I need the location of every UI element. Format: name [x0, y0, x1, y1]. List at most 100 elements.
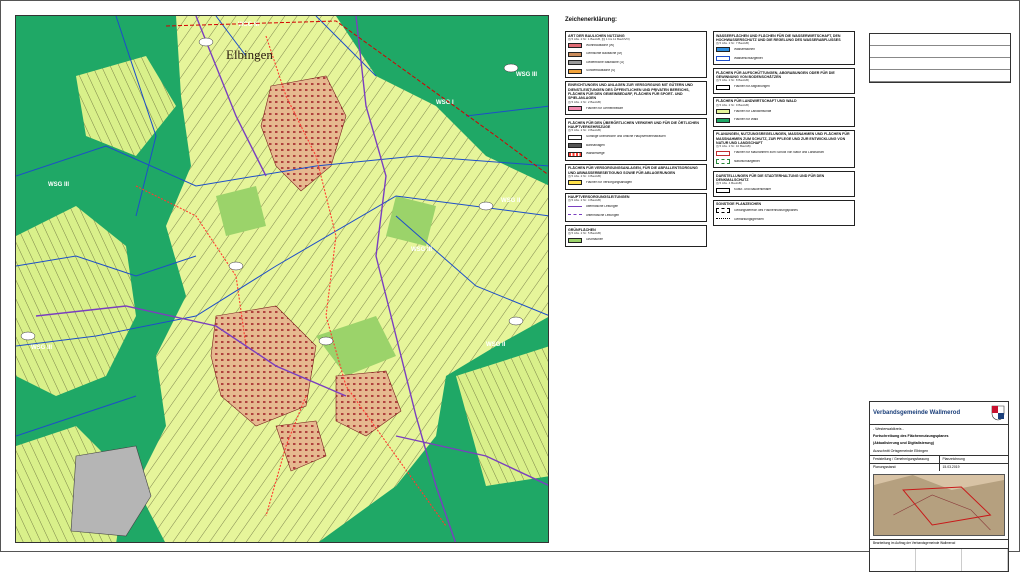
legend-swatch — [716, 208, 730, 214]
map-canvas: WSG III WSG III WSG III WSG II WSG II WS… — [16, 16, 548, 542]
legend-row: Sonderbaufläche (S) — [568, 67, 704, 76]
legend-row-label: Wanderwege — [586, 152, 605, 156]
zone-label: WSG III — [411, 247, 432, 253]
legend-row: Gemarkungsgrenzen — [716, 215, 852, 224]
legend-heading: Zeichenerklärung: — [565, 17, 618, 23]
zone-label: WSG I — [436, 100, 454, 106]
legend-row: Flächen für Versorgungsanlagen — [568, 179, 704, 188]
legend-row-label: Grünflächen — [586, 238, 604, 242]
legend-swatch — [568, 68, 582, 74]
legend-section: FLÄCHEN FÜR VERSORGUNGSANLAGEN, FÜR DIE … — [565, 163, 707, 190]
legend-swatch — [568, 143, 582, 149]
legend-swatch — [716, 84, 730, 90]
legend-row: oberirdische Leitungen — [568, 203, 704, 212]
title-block-header: Verbandsgemeinde Wallmerod — [870, 402, 1008, 425]
legend-swatch — [568, 43, 582, 49]
legend-swatch — [716, 150, 730, 156]
coat-of-arms-icon — [991, 405, 1005, 421]
legend-row-label: Bahnanlagen — [586, 143, 605, 147]
zone-label: WSG II — [486, 342, 506, 348]
legend-row-label: Flächen für Versorgungsanlagen — [586, 181, 633, 184]
legend-row: Geltungsbereich des Flächennutzungsplane… — [716, 207, 852, 216]
scale-label: Planzeichnung — [942, 457, 965, 462]
legend-row: Wasserflächen — [716, 46, 852, 55]
zone-label: WSG III — [516, 72, 537, 78]
place-label: Elbingen — [226, 47, 273, 62]
legend-swatch — [568, 151, 582, 157]
legend-swatch — [568, 134, 582, 140]
zone-label: WSG III — [48, 182, 69, 188]
office-note: Bearbeitung im Auftrag der Verbandsgemei… — [870, 538, 1008, 548]
title-date: Planungsstand: 15.03.2019 — [870, 462, 1008, 471]
legend-swatch — [568, 51, 582, 57]
legend-swatch — [716, 47, 730, 53]
zone-label: WSG III — [31, 345, 52, 351]
legend-section: ART DER BAULICHEN NUTZUNG (§ 5 Abs. 2 Nr… — [565, 31, 707, 78]
municipality-name: Verbandsgemeinde Wallmerod — [873, 410, 961, 416]
legend-row-label: Gemarkungsgrenzen — [734, 217, 764, 221]
legend-column-b: WASSERFLÄCHEN UND FLÄCHEN FÜR DIE WASSER… — [713, 31, 855, 229]
zone-label: WSG II — [501, 198, 521, 204]
legend-row-label: Wohnbaufläche (W) — [586, 43, 615, 47]
legend-section: EINRICHTUNGEN UND ANLAGEN ZUR VERSORGUNG… — [565, 80, 707, 116]
procedure-table — [869, 33, 1011, 83]
legend-section: HAUPTVERSORGUNGSLEITUNGEN (§ 5 Abs. 2 Nr… — [565, 192, 707, 223]
legend-row: Naturschutzgebiet — [716, 157, 852, 166]
overview-map — [873, 473, 1005, 536]
legend-swatch — [716, 55, 730, 61]
legend-row: Flächen für Maßnahmen zum Schutz von Nat… — [716, 149, 852, 158]
legend-section: PLANUNGEN, NUTZUNGSREGELUNGEN, MASSNAHME… — [713, 129, 855, 169]
legend-row-label: unterirdische Leitungen — [586, 213, 620, 217]
legend-swatch — [568, 105, 582, 111]
title-block: Verbandsgemeinde Wallmerod - Westerwaldk… — [869, 401, 1009, 572]
legend-swatch — [716, 187, 730, 193]
legend-swatch — [568, 60, 582, 66]
sheet-name: Ausschnitt Ortsgemeinde Elbingen — [873, 448, 929, 453]
legend-row-label: Wasserflächen — [734, 48, 755, 52]
legend-row-label: Flächen für Gemeinbedarf — [586, 106, 624, 110]
legend-row-label: Sonstige überörtliche und örtliche Haupt… — [586, 135, 666, 139]
project-title: Fortschreibung des Flächennutzungsplanes — [873, 433, 949, 438]
legend-section: SONSTIGE PLANZEICHEN Geltungsbereich des… — [713, 199, 855, 227]
legend-swatch — [716, 109, 730, 115]
title-panel: Verbandsgemeinde Wallmerod - Westerwaldk… — [869, 11, 1011, 572]
overview-map-image — [874, 474, 1004, 535]
legend-swatch — [568, 214, 582, 218]
signature-stamp — [870, 547, 1008, 571]
legend-row: Sonstige überörtliche und örtliche Haupt… — [568, 133, 704, 142]
legend-row: Wohnbaufläche (W) — [568, 41, 704, 50]
project-subtitle: (Aktualisierung und Digitalisierung) — [873, 441, 934, 446]
legend-row-label: Flächen für Wald — [734, 118, 758, 122]
legend-row-label: Naturschutzgebiet — [734, 159, 760, 163]
date-label: Planungsstand: — [870, 463, 940, 471]
legend-row-label: Gemischte Baufläche (M) — [586, 52, 622, 56]
land-use-map[interactable]: WSG III WSG III WSG III WSG II WSG II WS… — [15, 15, 549, 543]
legend-row: Wanderwege — [568, 150, 704, 159]
legend-row-label: Sonderbaufläche (S) — [586, 69, 616, 73]
title-meta: Feststellung / Genehmigungsfassung Planz… — [870, 454, 1008, 463]
legend-row-label: Flächen für Abgrabungen — [734, 85, 770, 89]
legend-section-title: EINRICHTUNGEN UND ANLAGEN ZUR VERSORGUNG… — [568, 83, 693, 101]
legend-row-label: Gewerbliche Baufläche (G) — [586, 60, 625, 64]
phase-label: Feststellung / Genehmigungsfassung — [870, 455, 940, 463]
legend-panel: Zeichenerklärung: ART DER BAULICHEN NUTZ… — [561, 11, 861, 541]
legend-section: GRÜNFLÄCHEN (§ 5 Abs. 2 Nr. 5 BauGB) Grü… — [565, 225, 707, 247]
legend-row: Gemischte Baufläche (M) — [568, 50, 704, 59]
legend-swatch — [568, 180, 582, 186]
plan-sheet: WSG III WSG III WSG III WSG II WSG II WS… — [0, 0, 1020, 572]
legend-row: Flächen für Gemeinbedarf — [568, 104, 704, 113]
legend-section: FLÄCHEN FÜR DEN ÜBERÖRTLICHEN VERKEHR UN… — [565, 118, 707, 161]
legend-row: Flächen für Landwirtschaft — [716, 107, 852, 116]
legend-swatch — [716, 217, 730, 221]
legend-row: Flächen für Abgrabungen — [716, 83, 852, 92]
legend-row-label: Kultur- und Baudenkmäler — [734, 188, 772, 192]
legend-swatch — [568, 205, 582, 209]
legend-section: FLÄCHEN FÜR LANDWIRTSCHAFT UND WALD (§ 5… — [713, 96, 855, 127]
legend-section: FLÄCHEN FÜR AUFSCHÜTTUNGEN, ABGRABUNGEN … — [713, 68, 855, 94]
legend-section: WASSERFLÄCHEN UND FLÄCHEN FÜR DIE WASSER… — [713, 31, 855, 66]
legend-row: unterirdische Leitungen — [568, 211, 704, 220]
legend-row-label: Geltungsbereich des Flächennutzungsplane… — [734, 209, 798, 213]
legend-row-label: Flächen für Maßnahmen zum Schutz von Nat… — [734, 151, 824, 155]
legend-row-label: Wasserschutzgebiet — [734, 56, 763, 60]
legend-row: Bahnanlagen — [568, 141, 704, 150]
